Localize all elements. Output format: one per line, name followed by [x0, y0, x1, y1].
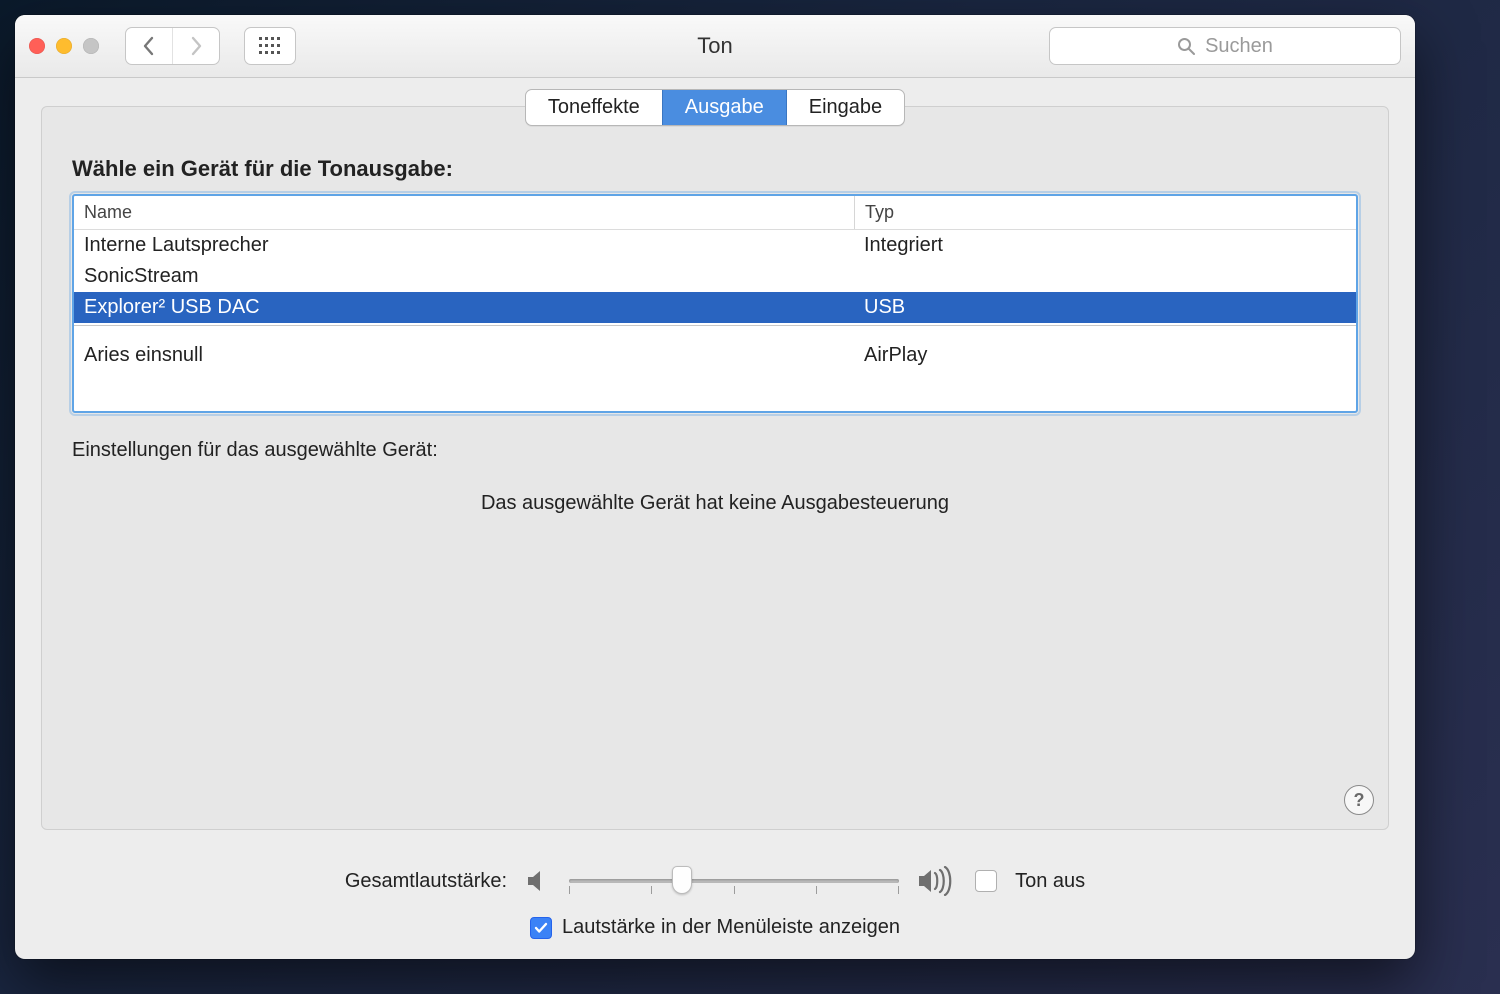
tab-eingabe[interactable]: Eingabe: [786, 90, 904, 125]
volume-label: Gesamtlautstärke:: [345, 870, 507, 893]
help-button[interactable]: ?: [1344, 785, 1374, 815]
search-field[interactable]: Suchen: [1049, 27, 1401, 65]
nav-group: [125, 27, 220, 65]
content: ToneffekteAusgabeEingabe Wähle ein Gerät…: [15, 78, 1415, 959]
volume-area: Gesamtlautstärke: Ton aus Lautstärke in …: [41, 830, 1389, 939]
volume-thumb[interactable]: [672, 866, 692, 894]
table-row[interactable]: Interne LautsprecherIntegriert: [74, 230, 1356, 261]
table-row[interactable]: SonicStream: [74, 261, 1356, 292]
apps-grid-icon: [259, 37, 281, 55]
tab-ausgabe[interactable]: Ausgabe: [662, 90, 786, 125]
device-name: SonicStream: [74, 261, 854, 292]
table-header: Name Typ: [74, 196, 1356, 230]
no-output-controls-text: Das ausgewählte Gerät hat keine Ausgabes…: [72, 492, 1358, 515]
device-type: AirPlay: [854, 340, 1356, 371]
chevron-left-icon: [142, 36, 156, 56]
zoom-window-button[interactable]: [83, 38, 99, 54]
search-placeholder: Suchen: [1205, 35, 1273, 58]
output-device-table[interactable]: Name Typ Interne LautsprecherIntegriertS…: [72, 194, 1358, 413]
mute-checkbox[interactable]: [975, 870, 997, 892]
table-row[interactable]: Aries einsnullAirPlay: [74, 340, 1356, 371]
back-button[interactable]: [126, 28, 172, 64]
table-row[interactable]: Explorer² USB DACUSB: [74, 292, 1356, 323]
forward-button[interactable]: [172, 28, 219, 64]
device-type: Integriert: [854, 230, 1356, 261]
table-separator: [74, 325, 1356, 326]
col-type[interactable]: Typ: [855, 196, 1356, 229]
search-icon: [1177, 37, 1195, 55]
selected-device-settings-label: Einstellungen für das ausgewählte Gerät:: [72, 439, 1358, 462]
device-name: Interne Lautsprecher: [74, 230, 854, 261]
volume-slider[interactable]: [569, 868, 899, 894]
device-name: Aries einsnull: [74, 340, 854, 371]
tab-toneffekte[interactable]: Toneffekte: [526, 90, 662, 125]
speaker-low-icon: [525, 868, 551, 894]
device-type: [854, 261, 1356, 292]
window-controls: [29, 38, 99, 54]
minimize-window-button[interactable]: [56, 38, 72, 54]
sound-panel: ToneffekteAusgabeEingabe Wähle ein Gerät…: [41, 106, 1389, 830]
table-padding: [74, 371, 1356, 411]
menubar-volume-checkbox[interactable]: [530, 917, 552, 939]
speaker-high-icon: [917, 866, 957, 896]
col-name[interactable]: Name: [74, 196, 855, 229]
close-window-button[interactable]: [29, 38, 45, 54]
show-all-button[interactable]: [244, 27, 296, 65]
device-type: USB: [854, 292, 1356, 323]
preferences-window: Ton Suchen ToneffekteAusgabeEingabe Wähl…: [15, 15, 1415, 959]
chevron-right-icon: [189, 36, 203, 56]
device-name: Explorer² USB DAC: [74, 292, 854, 323]
table-body: Interne LautsprecherIntegriertSonicStrea…: [74, 230, 1356, 411]
output-heading: Wähle ein Gerät für die Tonausgabe:: [72, 156, 1358, 182]
tab-segmented-control: ToneffekteAusgabeEingabe: [525, 89, 905, 126]
titlebar: Ton Suchen: [15, 15, 1415, 78]
mute-label: Ton aus: [1015, 870, 1085, 893]
menubar-volume-label: Lautstärke in der Menüleiste anzeigen: [562, 916, 900, 939]
